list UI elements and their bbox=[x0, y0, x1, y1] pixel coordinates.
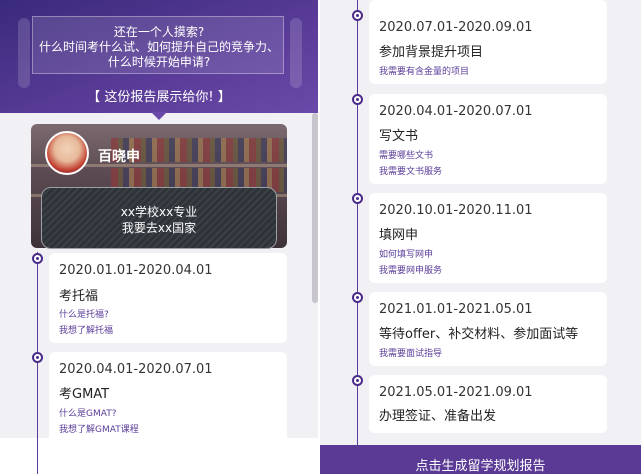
banner-pointer bbox=[151, 112, 167, 120]
timeline-card: 2020.01.01-2020.04.01 考托福 什么是托福? 我想了解托福 bbox=[49, 253, 287, 343]
timeline-card: 2021.05.01-2021.09.01 办理签证、准备出发 bbox=[369, 375, 607, 433]
timeline-card: 2020.10.01-2020.11.01 填网申 如何填写网申 我需要网申服务 bbox=[369, 193, 607, 283]
timeline-title: 考GMAT bbox=[59, 387, 110, 402]
timeline-dot bbox=[352, 94, 363, 105]
timeline-title: 等待offer、补交材料、参加面试等 bbox=[379, 327, 579, 342]
timeline-link[interactable]: 如何填写网申 bbox=[379, 247, 433, 260]
timeline-date: 2021.05.01-2021.09.01 bbox=[379, 385, 533, 400]
timeline-title: 填网申 bbox=[379, 228, 419, 243]
timeline-link[interactable]: 我需要文书服务 bbox=[379, 164, 442, 177]
banner-cta-text: 【 这份报告展示给你! 】 bbox=[87, 90, 231, 105]
timeline-dot bbox=[32, 352, 43, 363]
bottom-spacer bbox=[0, 438, 318, 474]
left-panel: 还在一个人摸索? 什么时间考什么试、如何提升自己的竞争力、 什么时候开始申请? … bbox=[0, 0, 318, 474]
generate-report-button[interactable]: 点击生成留学规划报告 bbox=[320, 445, 641, 474]
timeline-date: 2020.07.01-2020.09.01 bbox=[379, 20, 533, 35]
timeline-link[interactable]: 什么是托福? bbox=[59, 307, 109, 320]
scrollbar[interactable] bbox=[312, 113, 318, 303]
timeline-dot bbox=[352, 292, 363, 303]
timeline-date: 2021.01.01-2021.05.01 bbox=[379, 302, 533, 317]
timeline-date: 2020.04.01-2020.07.01 bbox=[379, 104, 533, 119]
timeline-card: 2021.01.01-2021.05.01 等待offer、补交材料、参加面试等… bbox=[369, 292, 607, 366]
timeline-title: 写文书 bbox=[379, 129, 419, 144]
timeline-date: 2020.04.01-2020.07.01 bbox=[59, 362, 213, 377]
timeline-link[interactable]: 我需要面试指导 bbox=[379, 346, 442, 359]
timeline-card: 2020.04.01-2020.07.01 考GMAT 什么是GMAT? 我想了… bbox=[49, 352, 287, 442]
banner-question-line-3: 什么时候开始申请? bbox=[107, 55, 211, 69]
avatar bbox=[45, 131, 89, 175]
timeline-title: 办理签证、准备出发 bbox=[379, 409, 497, 424]
target-country: 我要去xx国家 bbox=[121, 221, 197, 235]
target-school-major: xx学校xx专业 bbox=[120, 205, 198, 219]
timeline-title: 参加背景提升项目 bbox=[379, 45, 484, 60]
timeline-date: 2020.10.01-2020.11.01 bbox=[379, 203, 533, 218]
timeline-link[interactable]: 什么是GMAT? bbox=[59, 406, 116, 419]
timeline-dot bbox=[352, 10, 363, 21]
timeline-date: 2020.01.01-2020.04.01 bbox=[59, 263, 213, 278]
timeline-line bbox=[37, 438, 38, 474]
timeline-dot bbox=[352, 375, 363, 386]
right-panel: 2020.07.01-2020.09.01 参加背景提升项目 我需要有含金量的项… bbox=[320, 0, 641, 474]
timeline-dot bbox=[32, 253, 43, 264]
timeline-title: 考托福 bbox=[59, 289, 99, 304]
timeline-card: 2020.07.01-2020.09.01 参加背景提升项目 我需要有含金量的项… bbox=[369, 0, 607, 84]
timeline-link[interactable]: 我需要有含金量的项目 bbox=[379, 64, 469, 77]
timeline-link[interactable]: 我需要网申服务 bbox=[379, 263, 442, 276]
timeline-link[interactable]: 我想了解GMAT课程 bbox=[59, 422, 139, 435]
timeline-link[interactable]: 需要哪些文书 bbox=[379, 148, 433, 161]
timeline-dot bbox=[352, 193, 363, 204]
profile-name: 百晓申 bbox=[98, 149, 140, 165]
timeline-card: 2020.04.01-2020.07.01 写文书 需要哪些文书 我需要文书服务 bbox=[369, 94, 607, 184]
timeline-link[interactable]: 我想了解托福 bbox=[59, 323, 113, 336]
header-banner: 还在一个人摸索? 什么时间考什么试、如何提升自己的竞争力、 什么时候开始申请? … bbox=[0, 0, 318, 113]
